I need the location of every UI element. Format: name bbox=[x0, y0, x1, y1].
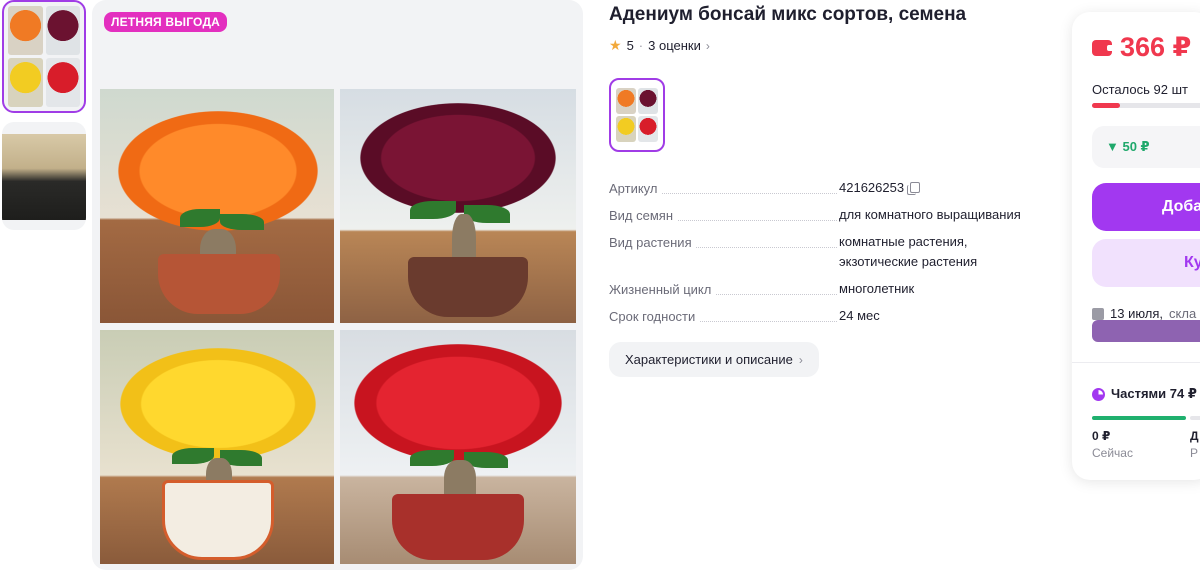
spec-value: 24 мес bbox=[839, 308, 880, 323]
photo-red-adenium bbox=[340, 330, 576, 564]
rating-value: 5 bbox=[626, 38, 634, 53]
specs-table: Артикул 421626253 Вид семян для комнатно… bbox=[609, 178, 1049, 336]
chevron-right-icon: › bbox=[705, 38, 710, 53]
installment-segment-now bbox=[1092, 416, 1186, 420]
variant-grid bbox=[616, 88, 658, 142]
yellow-bloom bbox=[120, 348, 316, 460]
delivery-source: скла bbox=[1169, 306, 1197, 321]
thumb-burgundy-flower bbox=[45, 6, 80, 55]
spec-key: Вид растения bbox=[609, 235, 696, 250]
spec-value: комнатные растения, экзотические растени… bbox=[839, 234, 978, 269]
leaf bbox=[220, 214, 264, 230]
spec-key: Вид семян bbox=[609, 208, 678, 223]
photo-orange-adenium bbox=[100, 89, 334, 323]
star-icon: ★ bbox=[609, 37, 622, 53]
chevron-right-icon: › bbox=[798, 352, 803, 367]
variant-red bbox=[638, 116, 658, 142]
product-image[interactable]: ЛЕТНЯЯ ВЫГОДА bbox=[92, 0, 583, 570]
red-bloom bbox=[354, 344, 562, 462]
spec-key: Срок годности bbox=[609, 309, 700, 324]
wallet-icon bbox=[1092, 39, 1114, 56]
copy-icon[interactable] bbox=[907, 182, 921, 195]
spec-row: Артикул 421626253 bbox=[609, 178, 1049, 208]
spec-key: Артикул bbox=[609, 181, 662, 196]
pay-next-amount: Д bbox=[1190, 429, 1199, 443]
spec-value: для комнатного выращивания bbox=[839, 207, 1021, 222]
characteristics-label: Характеристики и описание bbox=[625, 352, 793, 367]
spec-row: Жизненный цикл многолетник bbox=[609, 281, 1049, 309]
pay-next-label: Р bbox=[1190, 446, 1199, 460]
variant-yellow bbox=[616, 116, 636, 142]
stock-text: Осталось 92 шт bbox=[1092, 82, 1188, 97]
variant-orange bbox=[616, 88, 636, 114]
spec-row: Вид семян для комнатного выращивания bbox=[609, 207, 1049, 235]
pot bbox=[158, 254, 280, 314]
divider bbox=[1072, 362, 1200, 363]
collage-grid bbox=[8, 6, 80, 107]
spec-key: Жизненный цикл bbox=[609, 282, 716, 297]
pot bbox=[408, 257, 528, 317]
thumb-yellow-flower bbox=[8, 58, 43, 107]
product-title: Адениум бонсай микс сортов, семена bbox=[609, 4, 967, 25]
rating-row[interactable]: ★ 5 · 3 оценки › bbox=[609, 37, 710, 54]
box-icon bbox=[1092, 307, 1104, 320]
buy-now-button[interactable]: Ку bbox=[1092, 239, 1200, 287]
article-number: 421626253 bbox=[839, 180, 905, 195]
leaf bbox=[180, 209, 220, 227]
separator-dot: · bbox=[638, 38, 644, 53]
installments-row[interactable]: Частями 74 ₽ bbox=[1092, 386, 1197, 402]
thumb-orange-flower bbox=[8, 6, 43, 55]
spec-row: Вид растения комнатные растения, экзотич… bbox=[609, 234, 1049, 282]
delivery-banner[interactable] bbox=[1092, 320, 1200, 342]
characteristics-button[interactable]: Характеристики и описание › bbox=[609, 342, 819, 377]
variant-burgundy bbox=[638, 88, 658, 114]
pot bbox=[392, 494, 524, 560]
installment-segment-next bbox=[1190, 416, 1200, 420]
burgundy-bloom bbox=[360, 103, 556, 213]
stock-bar bbox=[1092, 103, 1200, 108]
thumbnail-collage[interactable] bbox=[2, 0, 86, 113]
thumbnail-seeds[interactable] bbox=[2, 122, 86, 230]
leaf bbox=[410, 201, 456, 219]
add-to-cart-button[interactable]: Доба bbox=[1092, 183, 1200, 231]
spec-value: многолетник bbox=[839, 281, 915, 296]
delivery-date: 13 июля, bbox=[1110, 306, 1164, 321]
pot bbox=[162, 480, 274, 560]
delivery-info: 13 июля, скла bbox=[1092, 306, 1196, 321]
stock-bar-fill bbox=[1092, 103, 1120, 108]
spec-row: Срок годности 24 мес bbox=[609, 308, 1049, 336]
photo-yellow-adenium bbox=[100, 330, 334, 564]
seeds-image bbox=[2, 134, 86, 220]
variant-thumbnail[interactable] bbox=[609, 78, 665, 152]
reviews-link[interactable]: 3 оценки bbox=[648, 38, 701, 53]
photo-burgundy-adenium bbox=[340, 89, 576, 323]
pie-chart-icon bbox=[1092, 387, 1105, 401]
leaf bbox=[172, 448, 214, 464]
buy-card: 366 ₽ Осталось 92 шт ▼ 50 ₽ Доба Ку 13 и… bbox=[1072, 12, 1200, 480]
discount-badge[interactable]: ▼ 50 ₽ bbox=[1092, 126, 1200, 168]
installments-label: Частями 74 ₽ bbox=[1111, 386, 1197, 401]
promo-badge: ЛЕТНЯЯ ВЫГОДА bbox=[104, 12, 228, 32]
price-row: 366 ₽ bbox=[1092, 32, 1191, 63]
pay-now-amount: 0 ₽ bbox=[1092, 429, 1111, 443]
price: 366 ₽ bbox=[1120, 32, 1192, 62]
spec-value: 421626253 bbox=[839, 178, 921, 198]
pay-now-label: Сейчас bbox=[1092, 446, 1133, 460]
thumb-red-flower bbox=[45, 58, 80, 107]
